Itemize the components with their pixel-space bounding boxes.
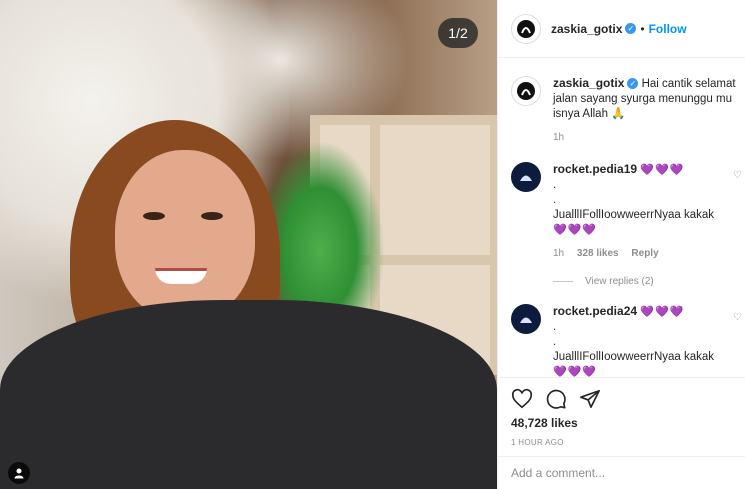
author-avatar-icon — [517, 19, 535, 38]
post-timestamp[interactable]: 1 HOUR AGO — [511, 438, 733, 447]
like-heart-icon[interactable] — [511, 388, 533, 410]
photo-subject-eye — [143, 212, 165, 220]
comment-item: rocket.pedia24 💜💜💜 . . JualllIFollIoowwe… — [511, 304, 743, 377]
author-username[interactable]: zaskia_gotix — [551, 22, 622, 36]
photo-subject-hoodie — [0, 300, 497, 489]
caption: zaskia_gotix ✓ Hai cantik selamat jalan s… — [511, 76, 743, 145]
comment-line: . — [553, 179, 557, 191]
share-send-icon[interactable] — [579, 388, 601, 410]
commenter-avatar[interactable] — [511, 162, 541, 192]
purple-heart-emoji: 💜💜💜 — [640, 164, 685, 176]
commenter-avatar-icon — [520, 317, 532, 323]
post-actions: 48,728 likes 1 HOUR AGO — [498, 377, 745, 455]
photo-subject-eye — [201, 212, 223, 220]
separator-dot: • — [640, 21, 645, 36]
post-sidebar: zaskia_gotix ✓ • Follow zaskia_gotix ✓ Ha… — [497, 0, 745, 489]
caption-meta: 1h — [553, 130, 743, 145]
carousel-counter: 1/2 — [438, 18, 478, 48]
like-comment-heart-icon[interactable]: ♡ — [733, 170, 742, 181]
comment-line: . — [553, 194, 557, 206]
purple-heart-emoji: 💜💜💜 — [553, 224, 598, 236]
like-comment-heart-icon[interactable]: ♡ — [733, 312, 742, 323]
follow-button[interactable]: Follow — [649, 22, 687, 36]
purple-heart-emoji: 💜💜💜 — [640, 306, 685, 318]
author-avatar-icon — [517, 82, 535, 100]
author-avatar[interactable] — [511, 13, 541, 44]
comment-likes[interactable]: 328 likes — [577, 248, 619, 259]
commenter-avatar[interactable] — [511, 304, 541, 334]
likes-count[interactable]: 48,728 likes — [511, 416, 733, 430]
photo-subject-face — [115, 150, 255, 320]
caption-username[interactable]: zaskia_gotix — [553, 76, 624, 90]
photo-subject-mouth — [155, 268, 207, 284]
comments-list[interactable]: zaskia_gotix ✓ Hai cantik selamat jalan s… — [498, 59, 745, 377]
comment-line: . — [553, 321, 557, 333]
action-icons — [511, 386, 733, 412]
verified-badge-icon: ✓ — [627, 78, 639, 90]
comment-item: rocket.pedia19 💜💜💜 . . JualllIFollIoowwe… — [511, 162, 743, 261]
post-photo[interactable]: 1/2 — [0, 0, 497, 489]
user-icon — [14, 468, 24, 479]
comment-bubble-icon[interactable] — [545, 388, 567, 410]
comment-line: . — [553, 336, 557, 348]
tagged-users-button[interactable] — [8, 462, 30, 484]
comment-username[interactable]: rocket.pedia19 — [553, 162, 637, 176]
post-header: zaskia_gotix ✓ • Follow — [498, 0, 745, 58]
comment-meta: 1h 328 likes Reply — [553, 246, 743, 261]
comment-time[interactable]: 1h — [553, 248, 564, 259]
purple-heart-emoji: 💜💜💜 — [553, 366, 598, 377]
commenter-avatar-icon — [520, 175, 532, 181]
comment-username[interactable]: rocket.pedia24 — [553, 304, 637, 318]
caption-time[interactable]: 1h — [553, 132, 564, 143]
reply-button[interactable]: Reply — [631, 248, 658, 259]
comment-text: JualllIFollIoowweerrNyaa kakak — [553, 351, 715, 363]
author-avatar[interactable] — [511, 76, 541, 106]
add-comment-input[interactable]: Add a comment... — [498, 456, 745, 489]
verified-badge-icon: ✓ — [625, 23, 637, 34]
comment-text: JualllIFollIoowweerrNyaa kakak — [553, 209, 715, 221]
view-replies-button[interactable]: View replies (2) — [553, 276, 654, 287]
